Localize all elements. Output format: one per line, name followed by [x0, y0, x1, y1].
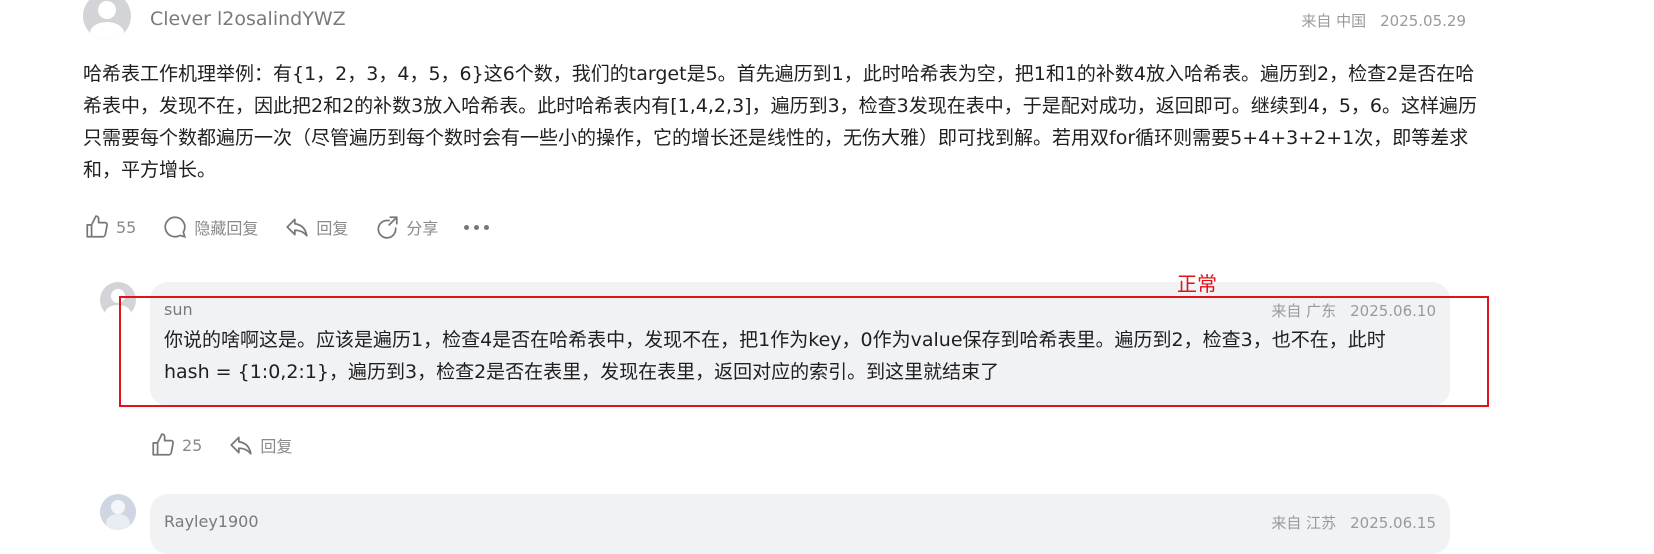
comment-location: 来自 中国: [1301, 12, 1367, 30]
reply-actions: 25 回复: [150, 432, 318, 458]
comment-username[interactable]: Clever l2osalindYWZ: [150, 8, 346, 30]
more-options-icon[interactable]: [464, 224, 490, 230]
reply-location: 来自 江苏: [1271, 514, 1337, 532]
reply-label: 回复: [316, 219, 349, 238]
comment-bubble-icon: [164, 216, 187, 238]
reply-avatar[interactable]: [100, 494, 136, 530]
comment-text: 哈希表工作机理举例：有{1，2，3，4，5，6}这6个数，我们的target是5…: [83, 63, 1478, 181]
share-label: 分享: [406, 219, 439, 238]
thumbs-up-icon: [86, 215, 108, 238]
reply-reply-button[interactable]: 回复: [228, 432, 292, 458]
comment-actions: 55 隐藏回复 回复 分享: [84, 214, 490, 240]
hide-replies-button[interactable]: 隐藏回复: [162, 214, 258, 240]
share-button[interactable]: 分享: [374, 214, 438, 240]
avatar[interactable]: [83, 0, 131, 40]
thumbs-up-icon: [152, 433, 174, 456]
reply-like-button[interactable]: 25: [150, 432, 202, 458]
reply-bubble: Rayley1900 来自 江苏 2025.06.15: [150, 494, 1450, 554]
comment-meta: 来自 中国 2025.05.29: [1301, 10, 1466, 31]
reply-meta: 来自 江苏 2025.06.15: [1271, 512, 1436, 533]
reply-reply-label: 回复: [260, 437, 293, 456]
reply-arrow-icon: [230, 436, 252, 455]
reply-button[interactable]: 回复: [284, 214, 348, 240]
like-count: 55: [116, 217, 137, 237]
reply-username[interactable]: Rayley1900: [164, 512, 259, 531]
hide-replies-label: 隐藏回复: [194, 219, 259, 238]
share-icon: [377, 216, 399, 239]
like-button[interactable]: 55: [84, 214, 136, 240]
reply-like-count: 25: [182, 435, 203, 455]
annotation-label: 正常: [1177, 272, 1217, 296]
comment-date: 2025.05.29: [1380, 12, 1466, 30]
annotation-box: [119, 296, 1489, 407]
reply-date: 2025.06.15: [1350, 514, 1436, 532]
reply-arrow-icon: [286, 218, 308, 237]
